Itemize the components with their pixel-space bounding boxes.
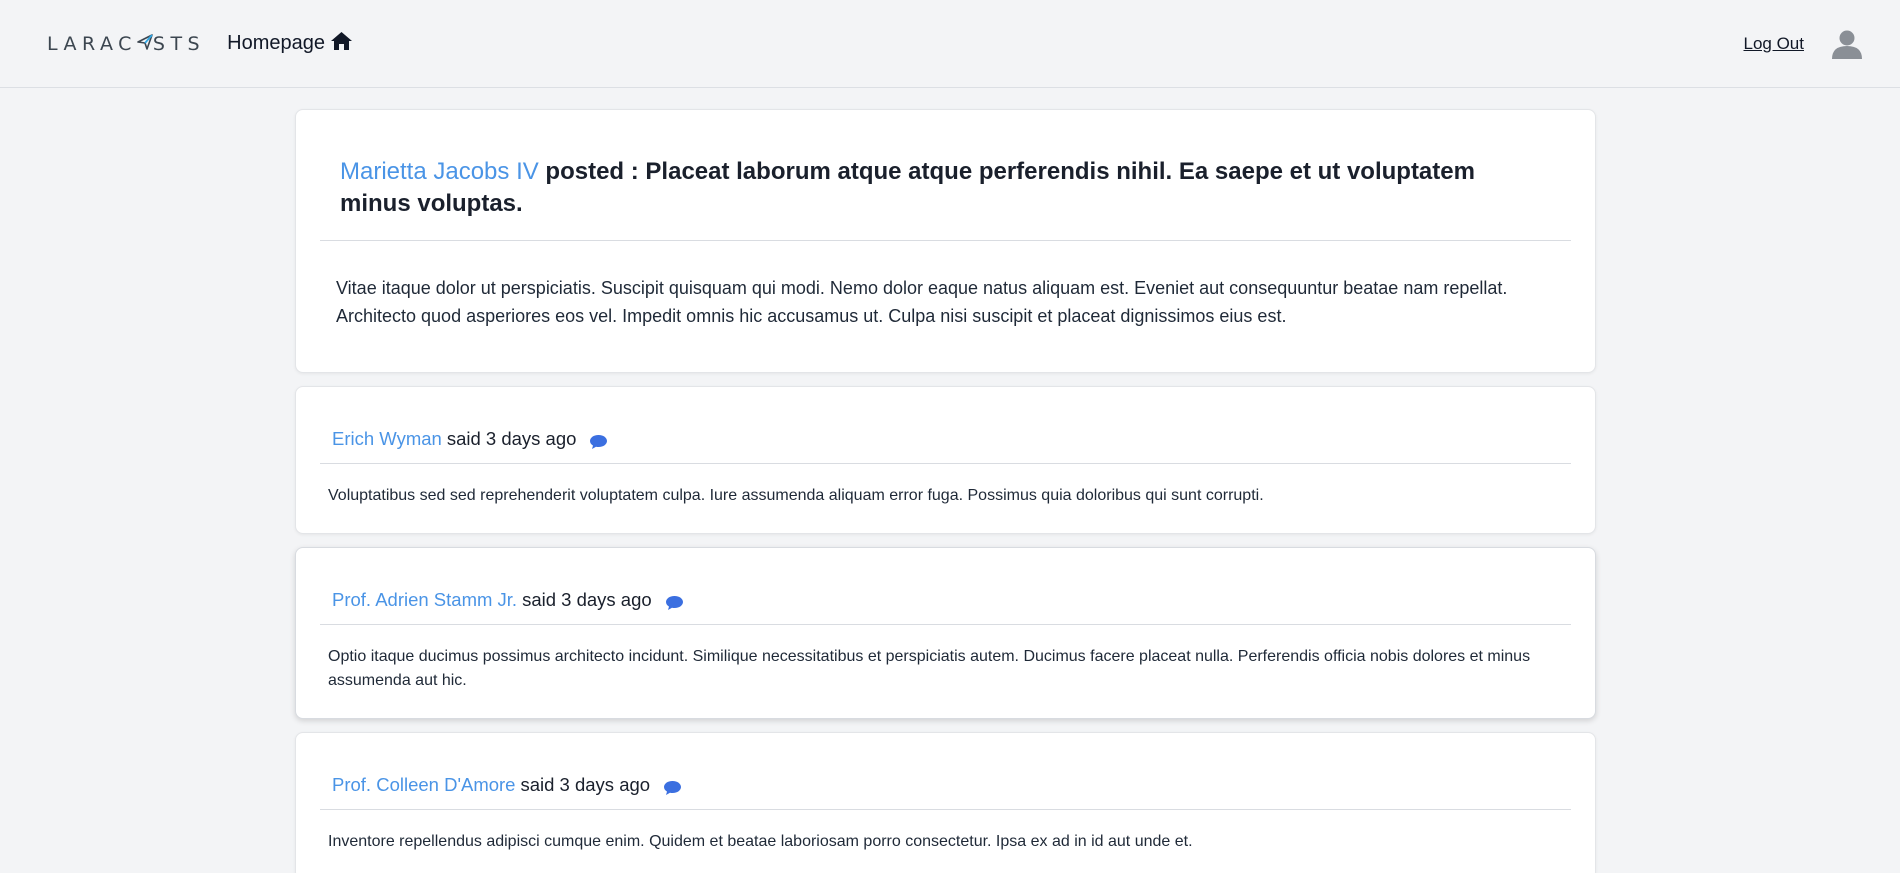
post-card: Marietta Jacobs IV posted : Placeat labo… xyxy=(295,109,1596,373)
reply-header: Prof. Adrien Stamm Jr. said 3 days ago xyxy=(320,548,1571,625)
top-navbar: LARAC STS Homepage Log Out xyxy=(0,0,1900,88)
reply-header: Erich Wyman said 3 days ago xyxy=(320,387,1571,464)
thread-container: Marietta Jacobs IV posted : Placeat labo… xyxy=(295,88,1596,873)
reply-author-link[interactable]: Erich Wyman xyxy=(332,425,442,453)
laracasts-logo[interactable]: LARAC STS xyxy=(47,33,205,55)
reply-body: Inventore repellendus adipisci cumque en… xyxy=(328,833,1193,850)
reply-header: Prof. Colleen D'Amore said 3 days ago xyxy=(320,733,1571,810)
post-title: Marietta Jacobs IV posted : Placeat labo… xyxy=(320,110,1571,241)
reply-card: Prof. Adrien Stamm Jr. said 3 days ago O… xyxy=(295,547,1596,719)
reply-card: Erich Wyman said 3 days ago Voluptatibus… xyxy=(295,386,1596,534)
nav-right-group: Log Out xyxy=(1744,29,1862,59)
reply-author-link[interactable]: Prof. Adrien Stamm Jr. xyxy=(332,586,517,614)
homepage-label: Homepage xyxy=(227,32,325,54)
reply-body: Optio itaque ducimus possimus architecto… xyxy=(328,648,1531,689)
comment-icon[interactable] xyxy=(665,591,684,619)
post-author-link[interactable]: Marietta Jacobs IV xyxy=(340,158,539,185)
reply-author-link[interactable]: Prof. Colleen D'Amore xyxy=(332,771,515,799)
reply-card: Prof. Colleen D'Amore said 3 days ago In… xyxy=(295,732,1596,873)
reply-timestamp: said 3 days ago xyxy=(522,589,652,610)
logo-text-end: STS xyxy=(152,32,206,55)
homepage-link[interactable]: Homepage xyxy=(227,31,353,57)
user-avatar-icon[interactable] xyxy=(1832,29,1862,59)
logo-text-start: LARAC xyxy=(47,32,137,55)
reply-timestamp: said 3 days ago xyxy=(446,428,577,449)
paper-plane-icon xyxy=(137,33,153,55)
home-icon xyxy=(325,31,353,57)
comment-icon[interactable] xyxy=(663,776,682,804)
logout-link[interactable]: Log Out xyxy=(1744,34,1805,54)
reply-body: Voluptatibus sed sed reprehenderit volup… xyxy=(328,487,1264,504)
post-body: Vitae itaque dolor ut perspiciatis. Susc… xyxy=(336,278,1508,326)
comment-icon[interactable] xyxy=(589,430,608,458)
reply-timestamp: said 3 days ago xyxy=(520,774,651,795)
